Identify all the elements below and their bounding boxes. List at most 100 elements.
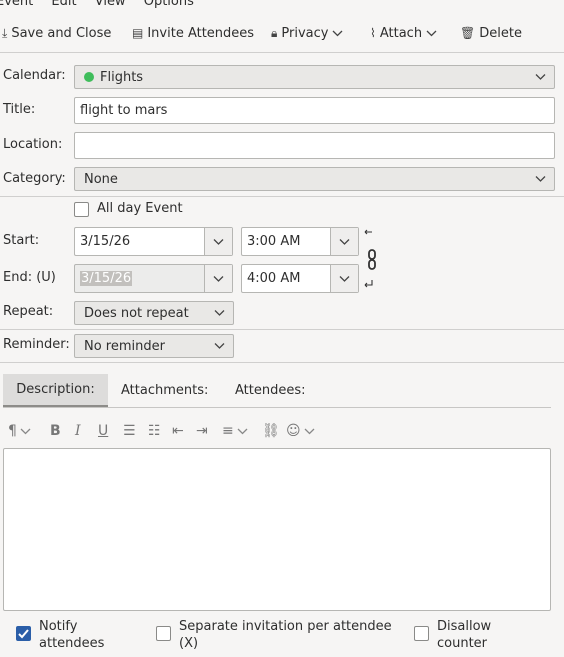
- all-day-label: All day Event: [97, 201, 183, 216]
- bold-icon[interactable]: B: [50, 423, 61, 439]
- tab-attendees[interactable]: Attendees:: [235, 374, 306, 407]
- chevron-down-icon: [214, 310, 225, 316]
- chevron-down-icon: [339, 275, 350, 282]
- delete-label: Delete: [479, 25, 522, 41]
- chevron-down-icon: [535, 176, 546, 182]
- menu-event[interactable]: Event: [0, 0, 33, 9]
- paragraph-icon: ¶: [8, 423, 17, 439]
- align-icon: ≡: [222, 423, 234, 439]
- calendar-value: Flights: [100, 69, 144, 85]
- outdent-icon[interactable]: ⇤: [172, 423, 184, 439]
- link-times-icon[interactable]: [362, 228, 378, 292]
- privacy-button[interactable]: 🔒︎ Privacy: [271, 22, 343, 44]
- invite-attendees-button[interactable]: ▤ Invite Attendees: [132, 22, 254, 44]
- end-date-picker[interactable]: 3/15/26: [74, 264, 233, 293]
- start-label: Start:: [3, 233, 40, 248]
- calendar-label: Calendar:: [3, 68, 66, 83]
- chevron-down-icon: [213, 275, 224, 282]
- category-value: None: [84, 171, 118, 187]
- category-label: Category:: [3, 171, 66, 186]
- category-select[interactable]: None: [74, 167, 555, 191]
- start-time-value: 3:00 AM: [247, 234, 301, 249]
- underline-icon[interactable]: U: [98, 423, 108, 439]
- menu-view[interactable]: View: [95, 0, 126, 9]
- save-icon: ⤓: [2, 25, 8, 40]
- align-button[interactable]: ≡: [222, 423, 248, 439]
- start-time-dropdown[interactable]: [330, 228, 358, 255]
- repeat-divider: [0, 329, 564, 330]
- tab-description-label: Description:: [16, 382, 95, 397]
- numbered-list-icon[interactable]: ☷: [148, 423, 161, 439]
- tab-attachments[interactable]: Attachments:: [121, 374, 208, 407]
- bullet-list-icon[interactable]: ☰: [123, 423, 136, 439]
- menu-options[interactable]: Options: [144, 0, 194, 9]
- calendar-select[interactable]: Flights: [74, 65, 555, 89]
- end-time-picker[interactable]: 4:00 AM: [241, 264, 359, 293]
- privacy-label: Privacy: [281, 25, 329, 41]
- disallow-counter-label: Disallow counter: [437, 619, 492, 651]
- location-input[interactable]: [74, 132, 555, 159]
- chevron-down-icon: [339, 238, 350, 245]
- end-time-value: 4:00 AM: [247, 271, 301, 286]
- trash-icon: 🗑︎: [460, 26, 476, 40]
- end-label: End: (U): [3, 270, 56, 285]
- repeat-value: Does not repeat: [84, 305, 189, 321]
- menu-bar: Event Edit View Options: [0, 0, 208, 9]
- end-date-value: 3/15/26: [75, 265, 204, 292]
- invite-attendees-label: Invite Attendees: [147, 25, 255, 41]
- attach-label: Attach: [379, 25, 423, 41]
- reminder-value: No reminder: [84, 338, 165, 354]
- repeat-select[interactable]: Does not repeat: [74, 301, 234, 325]
- reminder-divider: [0, 362, 564, 363]
- tabs-divider: [3, 407, 551, 408]
- emoji-icon: ☺: [286, 423, 301, 439]
- notify-attendees-checkbox[interactable]: [16, 626, 31, 641]
- start-date-value: 3/15/26: [80, 234, 131, 249]
- location-label: Location:: [3, 137, 63, 152]
- notify-attendees-label: Notify attendees: [39, 619, 105, 651]
- separate-invitation-checkbox[interactable]: [156, 626, 171, 641]
- chevron-down-icon: [535, 74, 546, 80]
- menu-edit[interactable]: Edit: [51, 0, 76, 9]
- end-date-dropdown[interactable]: [204, 265, 232, 292]
- chevron-down-icon: [237, 428, 248, 434]
- reminder-select[interactable]: No reminder: [74, 334, 234, 358]
- chevron-down-icon: [304, 428, 315, 434]
- delete-button[interactable]: 🗑︎ Delete: [460, 22, 522, 44]
- start-date-picker[interactable]: 3/15/26: [74, 227, 233, 256]
- emoji-button[interactable]: ☺: [286, 423, 315, 439]
- tab-attendees-label: Attendees:: [235, 383, 306, 398]
- chevron-down-icon: [333, 30, 343, 36]
- address-book-icon: ▤: [132, 26, 144, 40]
- chevron-down-icon: [20, 428, 31, 434]
- end-date-text: 3/15/26: [80, 271, 133, 286]
- toolbar-divider: [0, 52, 564, 53]
- title-label: Title:: [3, 102, 36, 117]
- tab-description[interactable]: Description:: [3, 374, 108, 407]
- indent-icon[interactable]: ⇥: [196, 423, 208, 439]
- title-input[interactable]: flight to mars: [74, 97, 555, 124]
- start-time-picker[interactable]: 3:00 AM: [241, 227, 359, 256]
- disallow-counter-checkbox[interactable]: [414, 626, 429, 641]
- italic-icon[interactable]: I: [75, 423, 81, 439]
- attach-button[interactable]: ⌇ Attach: [370, 22, 437, 44]
- calendar-color-dot: [84, 72, 94, 82]
- title-value: flight to mars: [80, 103, 168, 118]
- lock-icon: 🔒︎: [271, 25, 278, 40]
- repeat-label: Repeat:: [3, 304, 54, 319]
- chevron-down-icon: [213, 238, 224, 245]
- start-date-dropdown[interactable]: [204, 228, 232, 255]
- save-and-close-button[interactable]: ⤓ Save and Close: [2, 22, 111, 44]
- end-time-dropdown[interactable]: [330, 265, 358, 292]
- reminder-label: Reminder:: [3, 337, 70, 352]
- all-day-checkbox[interactable]: [74, 202, 89, 217]
- chevron-down-icon: [426, 30, 437, 36]
- link-icon[interactable]: ⛓︎: [262, 423, 280, 439]
- chevron-down-icon: [214, 343, 225, 349]
- paragraph-format-button[interactable]: ¶: [8, 423, 31, 439]
- description-editor[interactable]: [3, 448, 551, 611]
- save-and-close-label: Save and Close: [11, 25, 112, 41]
- separate-invitation-label: Separate invitation per attendee (X): [179, 619, 392, 651]
- tab-attachments-label: Attachments:: [121, 383, 209, 398]
- paperclip-icon: ⌇: [370, 26, 376, 40]
